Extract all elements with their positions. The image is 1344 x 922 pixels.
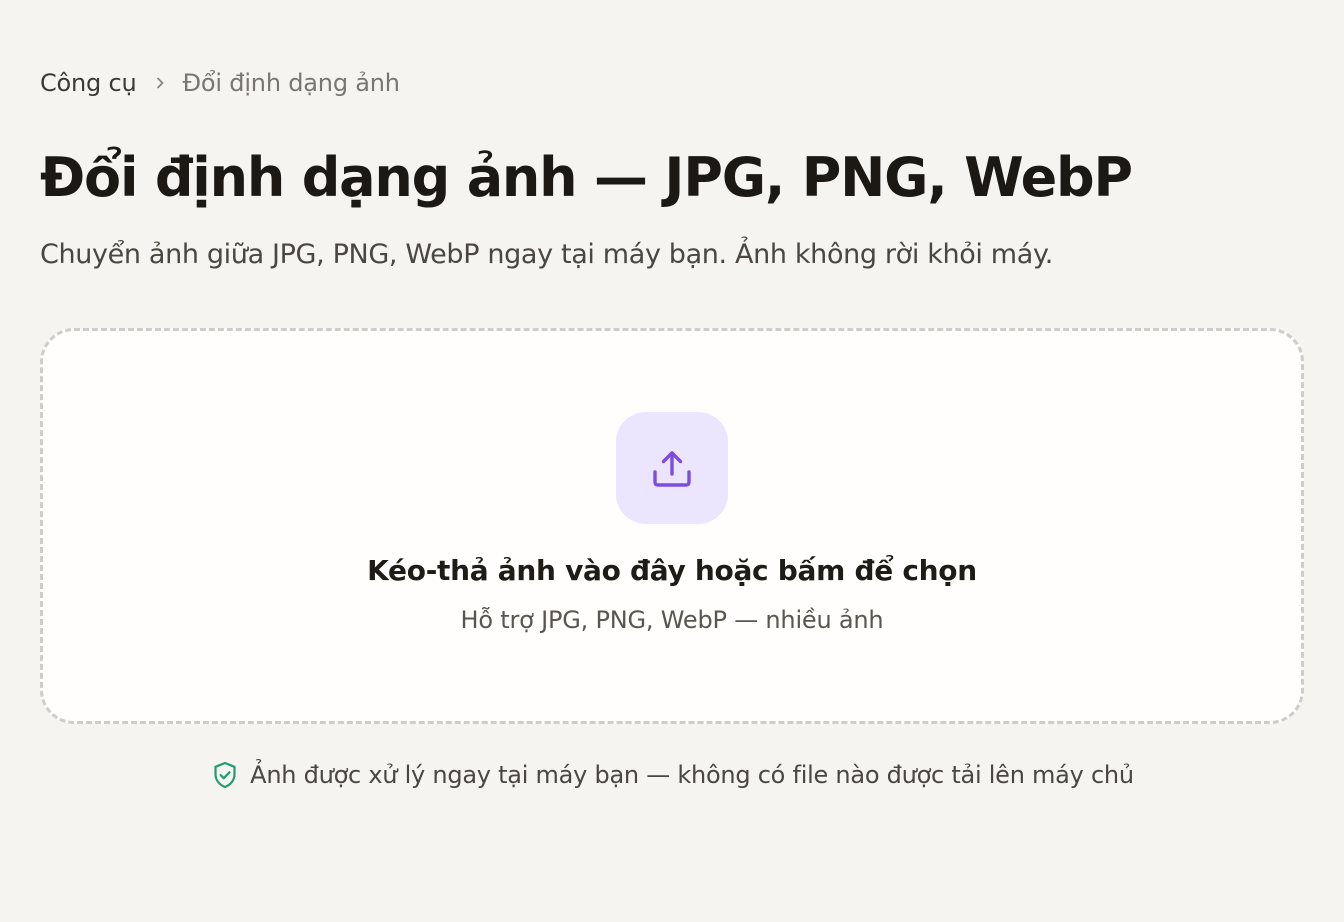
breadcrumb: Công cụ Đổi định dạng ảnh <box>40 66 400 100</box>
privacy-note: Ảnh được xử lý ngay tại máy bạn — không … <box>40 758 1304 792</box>
dropzone-title: Kéo-thả ảnh vào đây hoặc bấm để chọn <box>367 554 977 587</box>
upload-icon <box>653 451 691 487</box>
privacy-text: Ảnh được xử lý ngay tại máy bạn — không … <box>250 761 1134 789</box>
breadcrumb-link-tools[interactable]: Công cụ <box>40 66 137 100</box>
chevron-right-icon <box>137 66 183 100</box>
image-dropzone[interactable]: Kéo-thả ảnh vào đây hoặc bấm để chọn Hỗ … <box>40 328 1304 724</box>
breadcrumb-current: Đổi định dạng ảnh <box>182 69 400 97</box>
shield-check-icon <box>210 760 240 790</box>
upload-icon-tile <box>616 412 728 524</box>
page-title: Đổi định dạng ảnh — JPG, PNG, WebP <box>40 146 1133 209</box>
page-subtitle: Chuyển ảnh giữa JPG, PNG, WebP ngay tại … <box>40 239 1053 270</box>
dropzone-hint: Hỗ trợ JPG, PNG, WebP — nhiều ảnh <box>460 606 884 634</box>
